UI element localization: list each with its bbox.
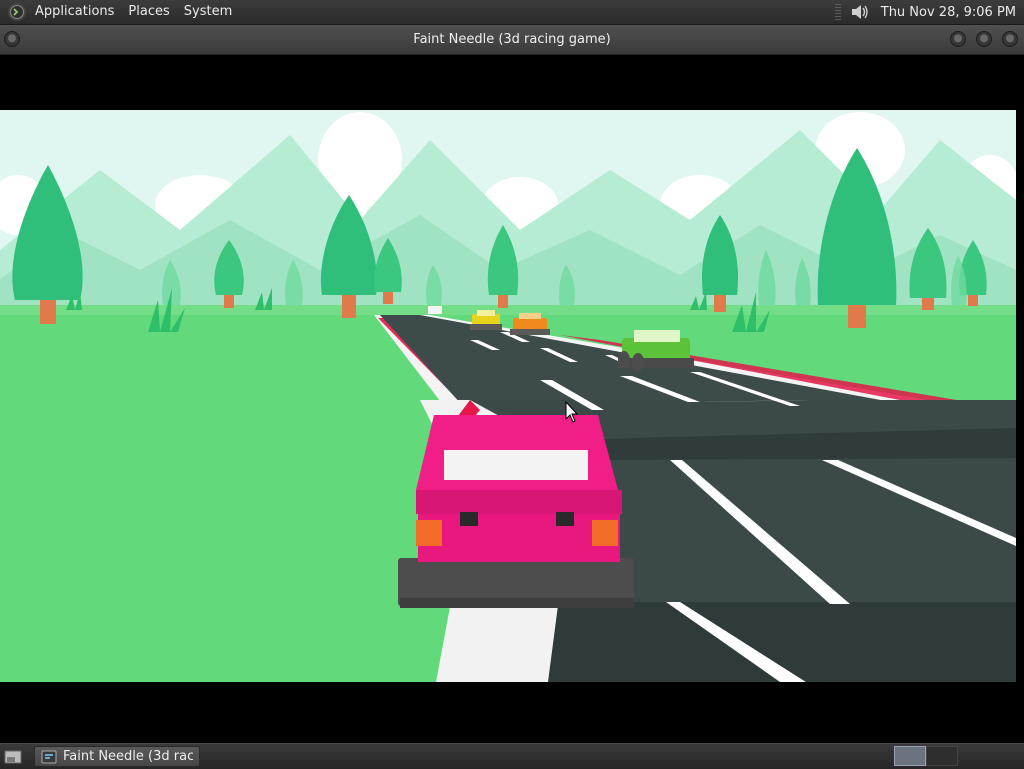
panel-separator xyxy=(834,4,841,20)
race-scene[interactable] xyxy=(0,110,1016,682)
opponent-car-white xyxy=(428,306,442,314)
show-desktop-icon[interactable] xyxy=(2,747,24,767)
menu-system[interactable]: System xyxy=(177,0,239,24)
player-car xyxy=(398,415,634,608)
workspace-2[interactable] xyxy=(926,746,958,766)
taskbar-window-button[interactable]: Faint Needle (3d rac... xyxy=(34,746,200,767)
app-window-icon xyxy=(41,750,57,763)
menu-places[interactable]: Places xyxy=(121,0,176,24)
top-panel: Applications Places System Thu Nov 28, 9… xyxy=(0,0,1024,25)
terminal-logo-icon[interactable] xyxy=(8,3,26,21)
bottom-taskbar: Faint Needle (3d rac... xyxy=(0,743,1024,769)
game-viewport[interactable] xyxy=(0,110,1016,682)
panel-status-area: Thu Nov 28, 9:06 PM xyxy=(834,0,1024,24)
panel-clock[interactable]: Thu Nov 28, 9:06 PM xyxy=(877,5,1020,20)
main-menu: Applications Places System xyxy=(28,0,239,24)
minimize-button[interactable] xyxy=(950,31,966,47)
window-titlebar[interactable]: Faint Needle (3d racing game) xyxy=(0,25,1024,55)
workspace-1[interactable] xyxy=(894,746,926,766)
speaker-volume-icon[interactable] xyxy=(849,2,871,22)
maximize-button[interactable] xyxy=(976,31,992,47)
window-title: Faint Needle (3d racing game) xyxy=(413,32,611,47)
menu-applications[interactable]: Applications xyxy=(28,0,121,24)
taskbar-window-label: Faint Needle (3d rac... xyxy=(63,749,193,764)
close-button[interactable] xyxy=(1002,31,1018,47)
